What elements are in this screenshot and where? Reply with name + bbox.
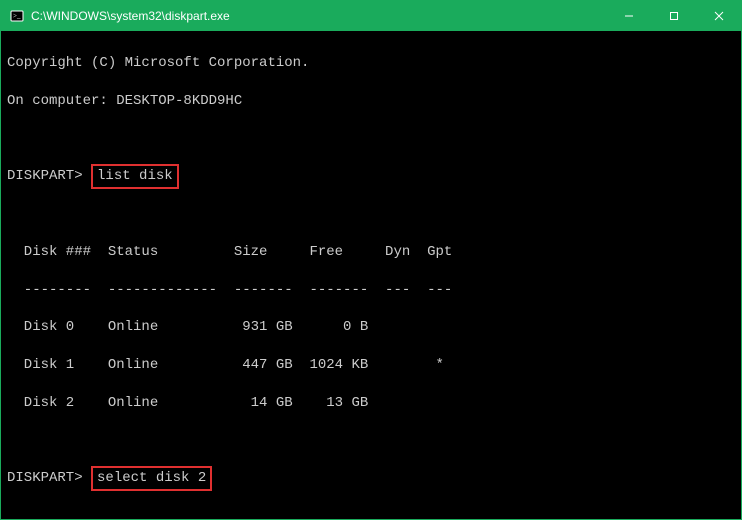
blank-line	[7, 432, 735, 451]
cmd-list-disk: list disk	[91, 164, 179, 189]
cmd-select-disk: select disk 2	[91, 466, 212, 491]
copyright-line: Copyright (C) Microsoft Corporation.	[7, 54, 735, 73]
titlebar[interactable]: >_ C:\WINDOWS\system32\diskpart.exe	[1, 1, 741, 31]
minimize-button[interactable]	[606, 1, 651, 31]
blank-line	[7, 129, 735, 148]
svg-text:>_: >_	[13, 12, 21, 20]
maximize-button[interactable]	[651, 1, 696, 31]
prompt-line: DISKPART> list disk	[7, 167, 735, 186]
table-row: Disk 1 Online 447 GB 1024 KB *	[7, 356, 735, 375]
close-button[interactable]	[696, 1, 741, 31]
prompt: DISKPART>	[7, 168, 83, 184]
disk-table-underline: -------- ------------- ------- ------- -…	[7, 281, 735, 300]
terminal-output[interactable]: Copyright (C) Microsoft Corporation. On …	[1, 31, 741, 519]
blank-line	[7, 205, 735, 224]
blank-line	[7, 507, 735, 519]
computer-line: On computer: DESKTOP-8KDD9HC	[7, 92, 735, 111]
window-title: C:\WINDOWS\system32\diskpart.exe	[31, 9, 606, 23]
prompt: DISKPART>	[7, 470, 83, 486]
titlebar-controls	[606, 1, 741, 31]
disk-table-header: Disk ### Status Size Free Dyn Gpt	[7, 243, 735, 262]
diskpart-window: >_ C:\WINDOWS\system32\diskpart.exe Copy…	[0, 0, 742, 520]
prompt-line: DISKPART> select disk 2	[7, 469, 735, 488]
app-icon: >_	[9, 8, 25, 24]
table-row: Disk 2 Online 14 GB 13 GB	[7, 394, 735, 413]
table-row: Disk 0 Online 931 GB 0 B	[7, 318, 735, 337]
